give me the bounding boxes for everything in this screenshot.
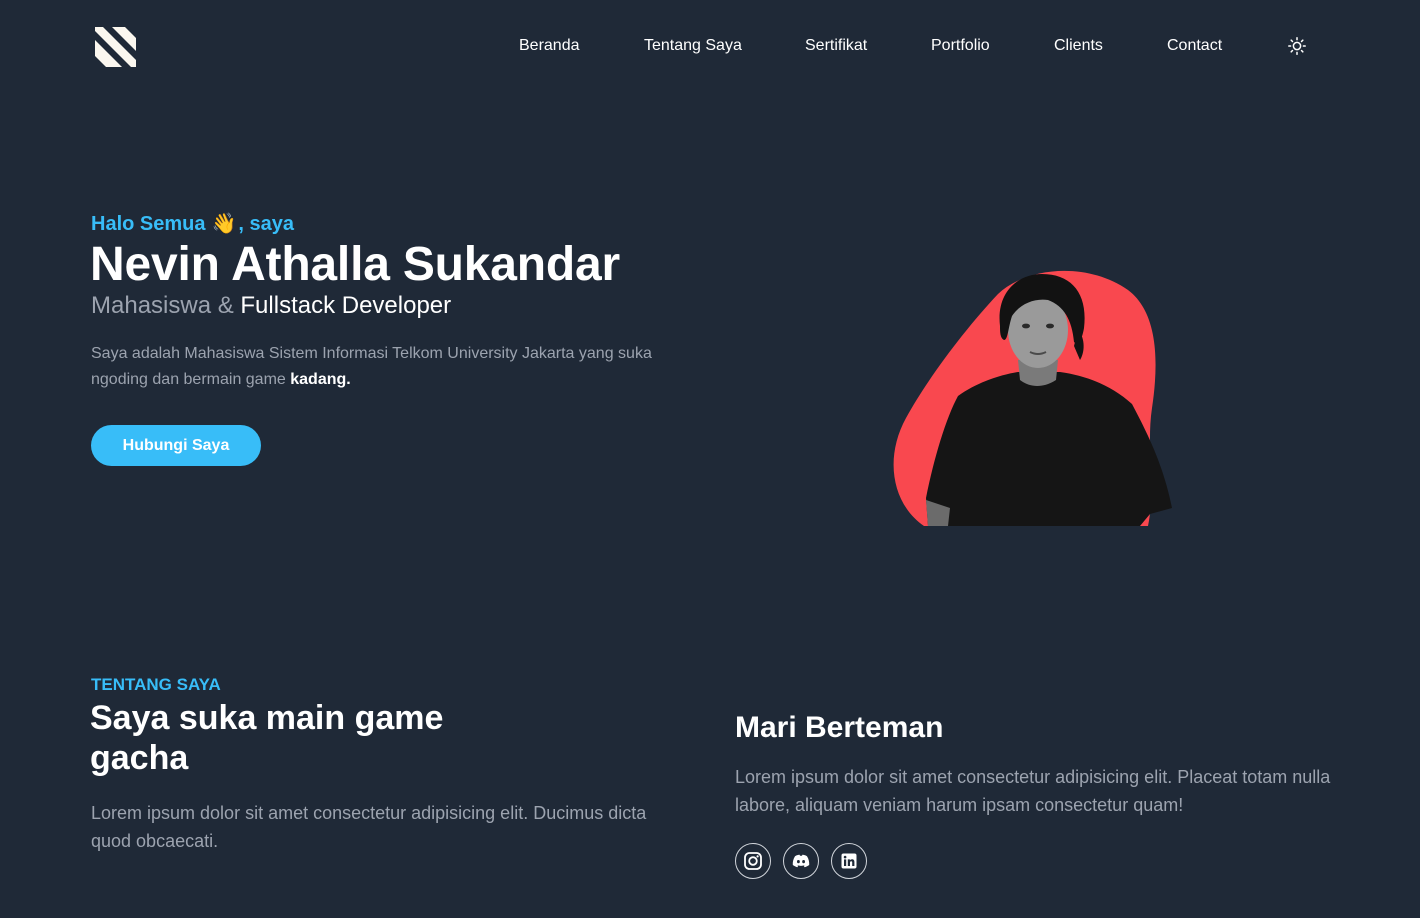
hero-description-bold: kadang.	[290, 371, 351, 388]
friend-title: Mari Berteman	[735, 711, 944, 744]
hero-name: Nevin Athalla Sukandar	[90, 238, 620, 291]
role-ampersand: &	[211, 292, 241, 319]
nav-tentang-saya[interactable]: Tentang Saya	[644, 36, 742, 56]
role-secondary: Fullstack Developer	[240, 292, 452, 319]
nav-beranda[interactable]: Beranda	[519, 36, 580, 56]
site-header: Beranda Tentang Saya Sertifikat Portfoli…	[0, 0, 1420, 92]
greeting-text: Halo Semua	[91, 213, 206, 235]
discord-button[interactable]	[783, 843, 819, 879]
contact-me-button[interactable]: Hubungi Saya	[91, 425, 261, 466]
hero-greeting: Halo Semua 👋, saya	[91, 212, 294, 236]
hero-description-text: Saya adalah Mahasiswa Sistem Informasi T…	[91, 345, 652, 388]
n-logo-icon[interactable]	[95, 27, 136, 67]
hero-role: Mahasiswa & Fullstack Developer	[91, 292, 451, 320]
sun-icon[interactable]	[1287, 36, 1307, 56]
social-links	[735, 843, 867, 879]
hero-description: Saya adalah Mahasiswa Sistem Informasi T…	[91, 341, 671, 393]
linkedin-icon	[841, 853, 857, 869]
instagram-icon	[744, 852, 762, 870]
about-description: Lorem ipsum dolor sit amet consectetur a…	[91, 803, 647, 851]
nav-sertifikat[interactable]: Sertifikat	[805, 36, 867, 56]
greeting-suffix: , saya	[238, 213, 294, 235]
nav-portfolio[interactable]: Portfolio	[931, 36, 990, 56]
waving-hand-icon: 👋	[211, 213, 237, 235]
about-kicker: TENTANG SAYA	[91, 675, 221, 694]
discord-icon	[792, 854, 810, 868]
linkedin-button[interactable]	[831, 843, 867, 879]
about-title: Saya suka main game gacha	[90, 699, 444, 777]
friend-description: Lorem ipsum dolor sit amet consectetur a…	[735, 767, 1331, 815]
instagram-button[interactable]	[735, 843, 771, 879]
profile-photo	[893, 270, 1172, 526]
nav-contact[interactable]: Contact	[1167, 36, 1222, 56]
role-primary: Mahasiswa	[91, 292, 212, 319]
nav-clients[interactable]: Clients	[1054, 36, 1103, 56]
